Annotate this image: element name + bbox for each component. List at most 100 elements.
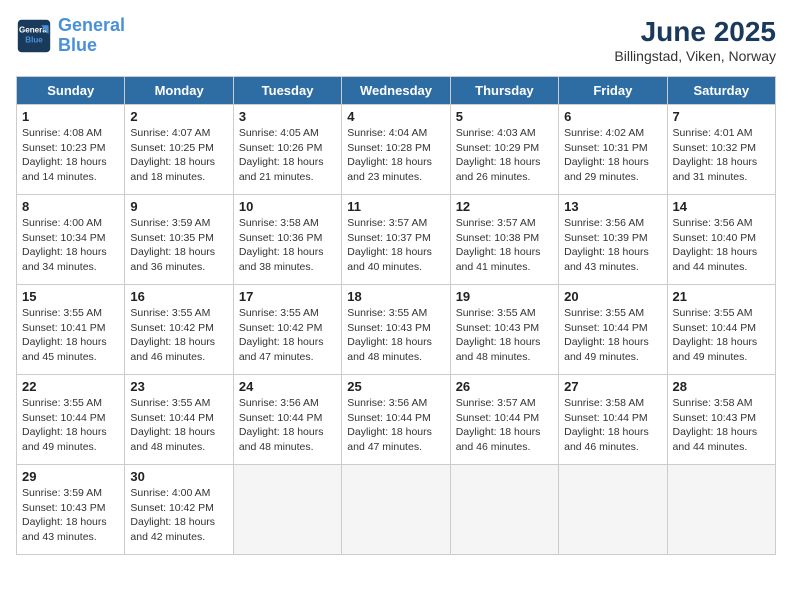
calendar-cell: [233, 465, 341, 555]
calendar-cell: 30 Sunrise: 4:00 AM Sunset: 10:42 PM Day…: [125, 465, 233, 555]
day-info: Sunrise: 4:07 AM Sunset: 10:25 PM Daylig…: [130, 126, 227, 185]
day-number: 7: [673, 109, 770, 124]
day-number: 13: [564, 199, 661, 214]
col-tuesday: Tuesday: [233, 77, 341, 105]
day-number: 29: [22, 469, 119, 484]
day-info: Sunrise: 3:59 AM Sunset: 10:35 PM Daylig…: [130, 216, 227, 275]
calendar-row: 29 Sunrise: 3:59 AM Sunset: 10:43 PM Day…: [17, 465, 776, 555]
calendar-cell: 19 Sunrise: 3:55 AM Sunset: 10:43 PM Day…: [450, 285, 558, 375]
day-number: 10: [239, 199, 336, 214]
calendar-cell: 17 Sunrise: 3:55 AM Sunset: 10:42 PM Day…: [233, 285, 341, 375]
day-info: Sunrise: 3:55 AM Sunset: 10:44 PM Daylig…: [673, 306, 770, 365]
calendar-row: 8 Sunrise: 4:00 AM Sunset: 10:34 PM Dayl…: [17, 195, 776, 285]
calendar-cell: 25 Sunrise: 3:56 AM Sunset: 10:44 PM Day…: [342, 375, 450, 465]
day-number: 4: [347, 109, 444, 124]
day-number: 21: [673, 289, 770, 304]
day-info: Sunrise: 4:08 AM Sunset: 10:23 PM Daylig…: [22, 126, 119, 185]
calendar-cell: 7 Sunrise: 4:01 AM Sunset: 10:32 PM Dayl…: [667, 105, 775, 195]
calendar-cell: 3 Sunrise: 4:05 AM Sunset: 10:26 PM Dayl…: [233, 105, 341, 195]
calendar-cell: 2 Sunrise: 4:07 AM Sunset: 10:25 PM Dayl…: [125, 105, 233, 195]
day-info: Sunrise: 4:00 AM Sunset: 10:34 PM Daylig…: [22, 216, 119, 275]
day-info: Sunrise: 4:04 AM Sunset: 10:28 PM Daylig…: [347, 126, 444, 185]
calendar-cell: 11 Sunrise: 3:57 AM Sunset: 10:37 PM Day…: [342, 195, 450, 285]
day-info: Sunrise: 3:56 AM Sunset: 10:39 PM Daylig…: [564, 216, 661, 275]
day-info: Sunrise: 3:56 AM Sunset: 10:40 PM Daylig…: [673, 216, 770, 275]
calendar-row: 1 Sunrise: 4:08 AM Sunset: 10:23 PM Dayl…: [17, 105, 776, 195]
day-number: 11: [347, 199, 444, 214]
calendar-row: 15 Sunrise: 3:55 AM Sunset: 10:41 PM Day…: [17, 285, 776, 375]
day-number: 8: [22, 199, 119, 214]
day-number: 24: [239, 379, 336, 394]
logo-line1: General: [58, 15, 125, 35]
day-info: Sunrise: 3:57 AM Sunset: 10:38 PM Daylig…: [456, 216, 553, 275]
day-info: Sunrise: 3:56 AM Sunset: 10:44 PM Daylig…: [347, 396, 444, 455]
calendar-cell: 18 Sunrise: 3:55 AM Sunset: 10:43 PM Day…: [342, 285, 450, 375]
calendar-cell: 29 Sunrise: 3:59 AM Sunset: 10:43 PM Day…: [17, 465, 125, 555]
day-number: 22: [22, 379, 119, 394]
svg-text:Blue: Blue: [25, 35, 43, 44]
calendar-cell: 24 Sunrise: 3:56 AM Sunset: 10:44 PM Day…: [233, 375, 341, 465]
calendar-cell: [342, 465, 450, 555]
day-info: Sunrise: 3:57 AM Sunset: 10:37 PM Daylig…: [347, 216, 444, 275]
day-info: Sunrise: 3:56 AM Sunset: 10:44 PM Daylig…: [239, 396, 336, 455]
calendar-cell: [667, 465, 775, 555]
day-number: 25: [347, 379, 444, 394]
calendar-cell: 28 Sunrise: 3:58 AM Sunset: 10:43 PM Day…: [667, 375, 775, 465]
day-info: Sunrise: 3:58 AM Sunset: 10:43 PM Daylig…: [673, 396, 770, 455]
logo-line2: Blue: [58, 35, 97, 55]
day-info: Sunrise: 3:58 AM Sunset: 10:36 PM Daylig…: [239, 216, 336, 275]
day-number: 19: [456, 289, 553, 304]
calendar-cell: 6 Sunrise: 4:02 AM Sunset: 10:31 PM Dayl…: [559, 105, 667, 195]
day-number: 27: [564, 379, 661, 394]
calendar-cell: 23 Sunrise: 3:55 AM Sunset: 10:44 PM Day…: [125, 375, 233, 465]
calendar-table: Sunday Monday Tuesday Wednesday Thursday…: [16, 76, 776, 555]
calendar-cell: [450, 465, 558, 555]
calendar-header-row: Sunday Monday Tuesday Wednesday Thursday…: [17, 77, 776, 105]
day-info: Sunrise: 3:55 AM Sunset: 10:41 PM Daylig…: [22, 306, 119, 365]
calendar-cell: 21 Sunrise: 3:55 AM Sunset: 10:44 PM Day…: [667, 285, 775, 375]
col-thursday: Thursday: [450, 77, 558, 105]
calendar-cell: [559, 465, 667, 555]
day-number: 14: [673, 199, 770, 214]
day-number: 1: [22, 109, 119, 124]
day-number: 28: [673, 379, 770, 394]
calendar-cell: 8 Sunrise: 4:00 AM Sunset: 10:34 PM Dayl…: [17, 195, 125, 285]
col-monday: Monday: [125, 77, 233, 105]
calendar-cell: 5 Sunrise: 4:03 AM Sunset: 10:29 PM Dayl…: [450, 105, 558, 195]
calendar-cell: 13 Sunrise: 3:56 AM Sunset: 10:39 PM Day…: [559, 195, 667, 285]
day-info: Sunrise: 3:55 AM Sunset: 10:42 PM Daylig…: [130, 306, 227, 365]
col-saturday: Saturday: [667, 77, 775, 105]
calendar-row: 22 Sunrise: 3:55 AM Sunset: 10:44 PM Day…: [17, 375, 776, 465]
day-number: 20: [564, 289, 661, 304]
calendar-cell: 10 Sunrise: 3:58 AM Sunset: 10:36 PM Day…: [233, 195, 341, 285]
calendar-cell: 26 Sunrise: 3:57 AM Sunset: 10:44 PM Day…: [450, 375, 558, 465]
logo: General Blue General Blue: [16, 16, 125, 56]
calendar-cell: 27 Sunrise: 3:58 AM Sunset: 10:44 PM Day…: [559, 375, 667, 465]
page-header: General Blue General Blue June 2025 Bill…: [16, 16, 776, 64]
day-number: 17: [239, 289, 336, 304]
day-info: Sunrise: 3:55 AM Sunset: 10:44 PM Daylig…: [22, 396, 119, 455]
calendar-cell: 20 Sunrise: 3:55 AM Sunset: 10:44 PM Day…: [559, 285, 667, 375]
day-info: Sunrise: 3:55 AM Sunset: 10:43 PM Daylig…: [347, 306, 444, 365]
day-number: 18: [347, 289, 444, 304]
day-number: 9: [130, 199, 227, 214]
calendar-cell: 1 Sunrise: 4:08 AM Sunset: 10:23 PM Dayl…: [17, 105, 125, 195]
day-info: Sunrise: 3:55 AM Sunset: 10:42 PM Daylig…: [239, 306, 336, 365]
day-info: Sunrise: 4:01 AM Sunset: 10:32 PM Daylig…: [673, 126, 770, 185]
location: Billingstad, Viken, Norway: [614, 48, 776, 64]
logo-icon: General Blue: [16, 18, 52, 54]
col-friday: Friday: [559, 77, 667, 105]
day-info: Sunrise: 3:55 AM Sunset: 10:43 PM Daylig…: [456, 306, 553, 365]
day-info: Sunrise: 4:02 AM Sunset: 10:31 PM Daylig…: [564, 126, 661, 185]
title-block: June 2025 Billingstad, Viken, Norway: [614, 16, 776, 64]
calendar-cell: 15 Sunrise: 3:55 AM Sunset: 10:41 PM Day…: [17, 285, 125, 375]
col-wednesday: Wednesday: [342, 77, 450, 105]
month-year: June 2025: [614, 16, 776, 48]
day-info: Sunrise: 4:00 AM Sunset: 10:42 PM Daylig…: [130, 486, 227, 545]
calendar-cell: 4 Sunrise: 4:04 AM Sunset: 10:28 PM Dayl…: [342, 105, 450, 195]
calendar-cell: 9 Sunrise: 3:59 AM Sunset: 10:35 PM Dayl…: [125, 195, 233, 285]
day-number: 5: [456, 109, 553, 124]
col-sunday: Sunday: [17, 77, 125, 105]
day-info: Sunrise: 4:05 AM Sunset: 10:26 PM Daylig…: [239, 126, 336, 185]
calendar-cell: 14 Sunrise: 3:56 AM Sunset: 10:40 PM Day…: [667, 195, 775, 285]
